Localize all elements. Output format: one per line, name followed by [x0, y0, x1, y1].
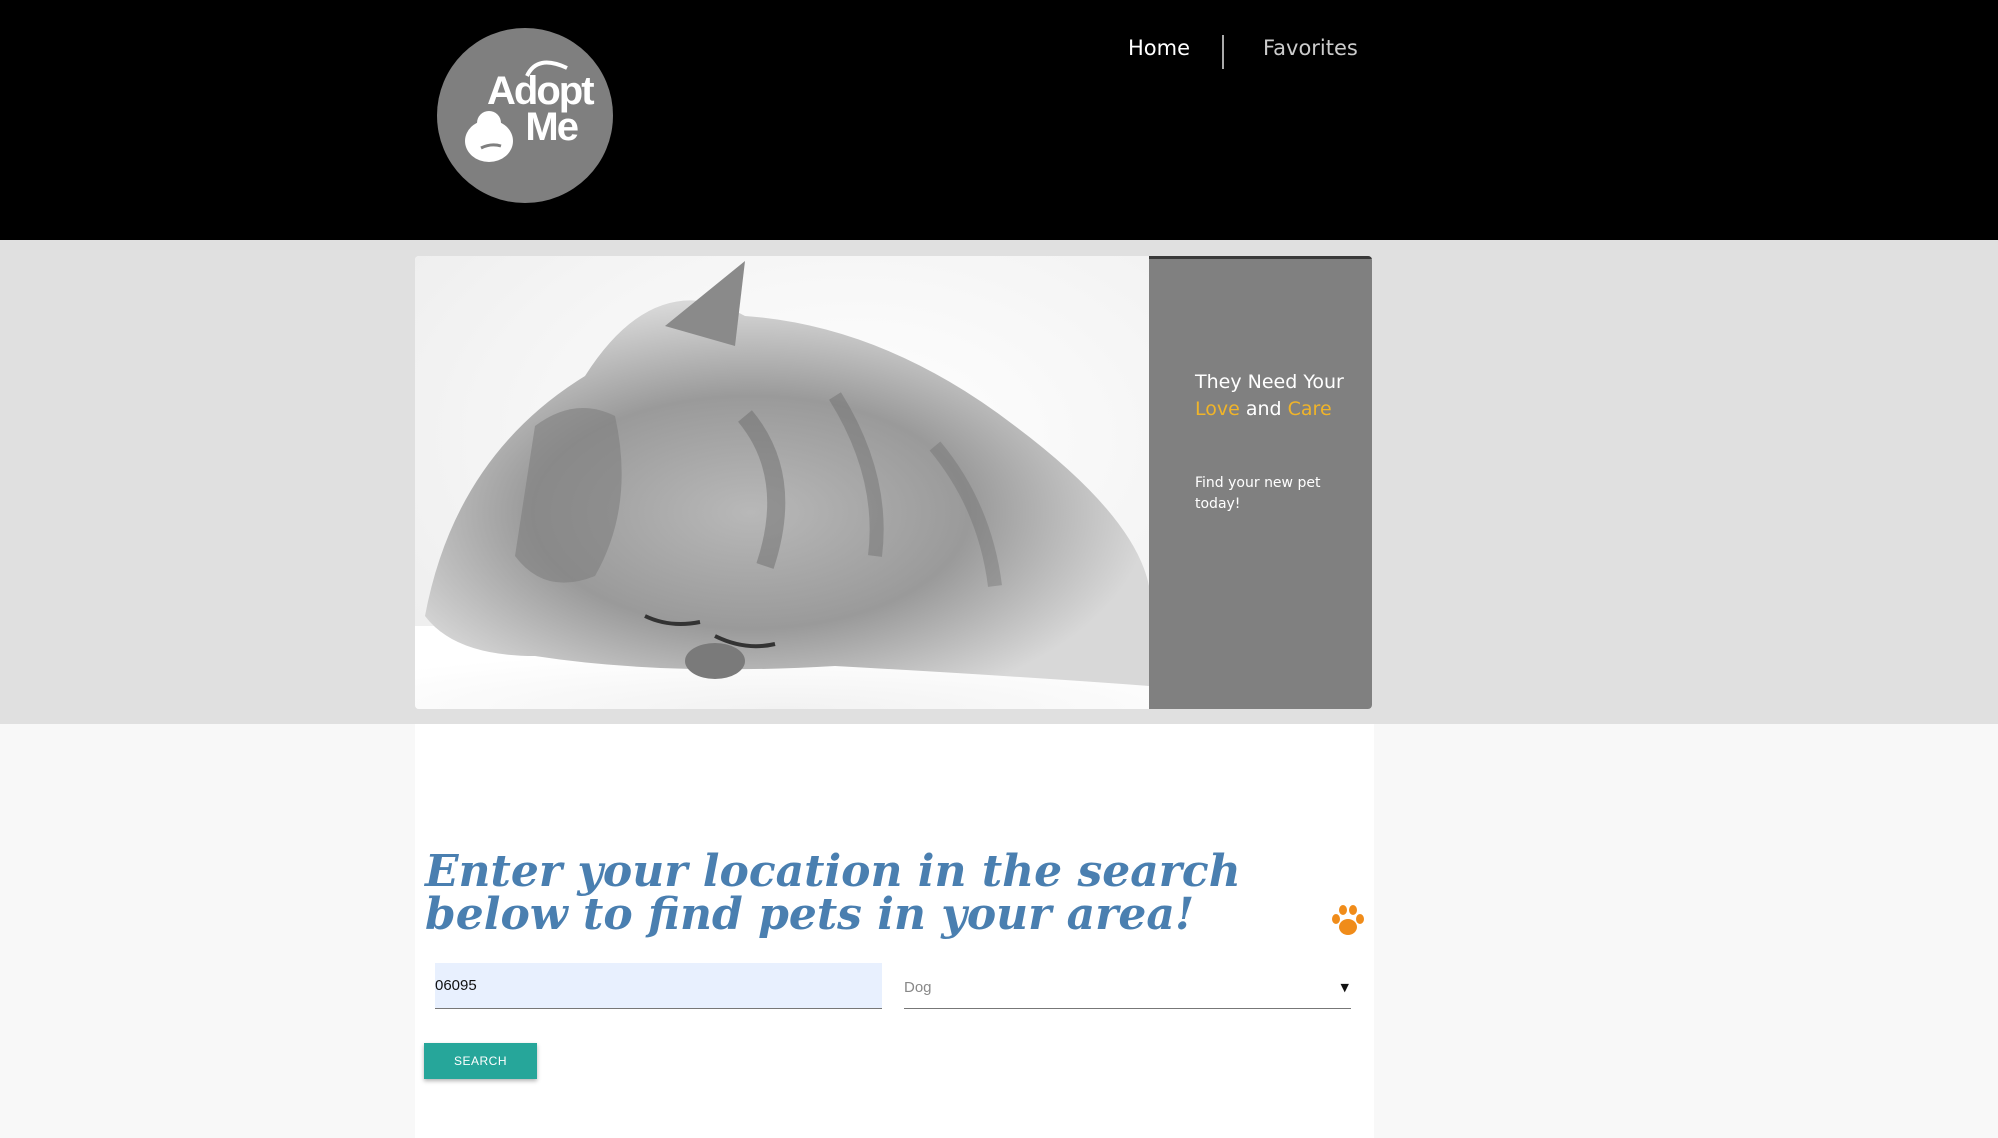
hero-tagline: They Need Your Love and Care [1195, 371, 1344, 420]
paw-icon [1332, 905, 1364, 935]
dropdown-arrow-icon: ▼ [1340, 981, 1349, 994]
pet-type-select[interactable]: Dog ▼ [904, 963, 1351, 1009]
search-section: Enter your location in the search below … [415, 724, 1374, 1138]
hero-tagline-panel: They Need Your Love and Care Find your n… [1149, 256, 1372, 709]
adopt-me-logo[interactable]: Adopt Me [437, 28, 613, 203]
sleeping-kitten-image [415, 256, 1149, 709]
kitten-illustration [415, 261, 1149, 709]
hero-banner: They Need Your Love and Care Find your n… [415, 256, 1372, 709]
search-headline: Enter your location in the search below … [425, 846, 1241, 940]
hero-subline: Find your new pet today! [1195, 475, 1321, 512]
zip-code-input[interactable] [435, 963, 882, 1009]
nav-home-link[interactable]: Home [1128, 36, 1190, 60]
pet-type-value: Dog [904, 979, 932, 996]
nav-favorites-link[interactable]: Favorites [1263, 36, 1358, 60]
search-button[interactable]: SEARCH [424, 1043, 537, 1079]
logo-text: Adopt Me [487, 69, 595, 149]
site-header: Adopt Me Home Favorites [0, 0, 1998, 240]
nav-divider [1222, 35, 1224, 69]
